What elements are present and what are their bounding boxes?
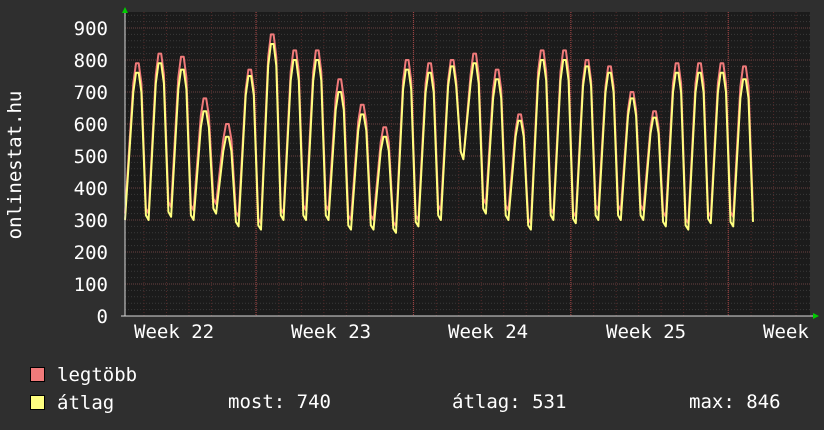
y-tick-label: 600	[74, 114, 108, 136]
x-tick-label: Week 25	[606, 321, 686, 343]
legend-label-avg: átlag	[57, 392, 115, 414]
legend-swatch-avg	[30, 395, 45, 410]
y-tick-label: 100	[74, 274, 108, 296]
y-tick-label: 400	[74, 178, 108, 200]
y-tick-label: 300	[74, 210, 108, 232]
y-tick-labels: 0 100 200 300 400 500 600 700 800 900	[74, 18, 108, 328]
y-tick-label: 700	[74, 82, 108, 104]
x-axis-arrow	[813, 313, 819, 319]
y-tick-label: 500	[74, 146, 108, 168]
legend-swatch-max	[30, 367, 45, 382]
y-tick-label: 0	[97, 306, 108, 328]
y-axis-arrow	[122, 7, 128, 13]
x-tick-label: Week	[763, 321, 809, 343]
x-tick-label: Week 22	[134, 321, 214, 343]
legend-item-avg: átlag	[30, 391, 114, 415]
legend-label-max: legtöbb	[57, 364, 138, 386]
stat-avg: átlag: 531	[452, 391, 567, 413]
y-axis-label: onlinestat.hu	[4, 91, 26, 240]
stat-now: most: 740	[228, 391, 331, 413]
stat-max: max: 846	[689, 391, 781, 413]
y-tick-label: 800	[74, 50, 108, 72]
y-tick-label: 200	[74, 242, 108, 264]
x-tick-labels: Week 22 Week 23 Week 24 Week 25 Week	[134, 321, 809, 343]
legend-item-max: legtöbb	[30, 363, 137, 387]
x-tick-label: Week 23	[291, 321, 371, 343]
y-tick-label: 900	[74, 18, 108, 40]
x-tick-label: Week 24	[448, 321, 528, 343]
